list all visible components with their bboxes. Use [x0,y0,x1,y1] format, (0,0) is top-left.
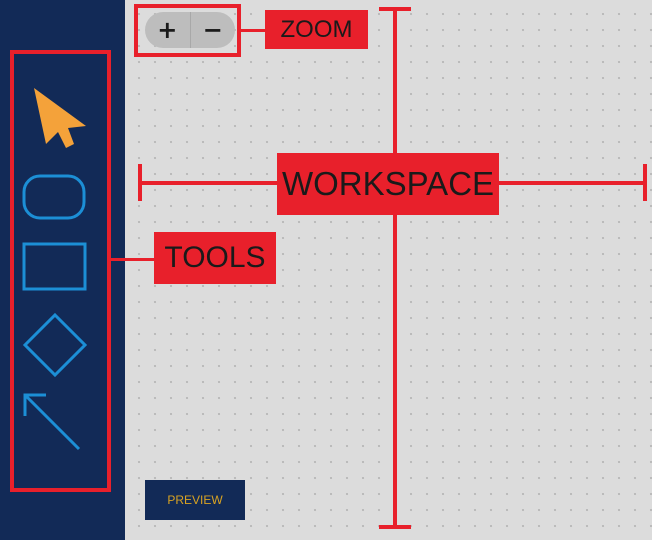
zoom-annotation-line [241,29,265,32]
workspace-vertical-cap-top [379,7,411,11]
workspace-horizontal-cap-left [138,164,142,201]
tools-annotation-box [10,50,111,492]
tools-annotation-label: TOOLS [154,232,276,284]
workspace-horizontal-cap-right [643,164,647,201]
workspace-annotation-label: WORKSPACE [277,153,499,215]
workspace-vertical-cap-bottom [379,525,411,529]
tools-annotation-line [111,258,154,261]
zoom-annotation-box [134,4,241,57]
zoom-annotation-label: ZOOM [265,10,368,49]
workspace-vertical-line [393,8,397,528]
preview-button[interactable]: PREVIEW [145,480,245,520]
